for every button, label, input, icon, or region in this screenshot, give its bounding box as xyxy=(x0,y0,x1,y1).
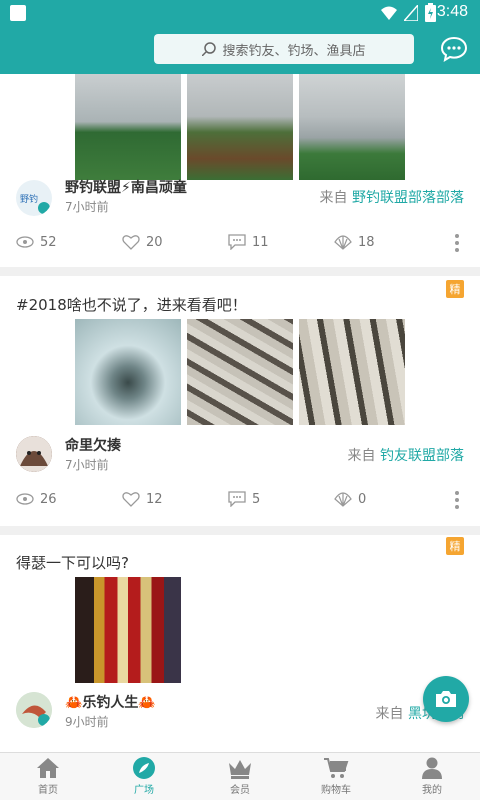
bottom-nav: 首页 广场 会员 购物车 我的 xyxy=(0,752,480,800)
post-images xyxy=(75,577,181,683)
like-button[interactable]: 12 xyxy=(122,491,228,507)
tab-label: 广场 xyxy=(134,785,154,796)
avatar[interactable] xyxy=(16,692,52,728)
from-label: 来自 xyxy=(347,448,376,464)
tab-label: 首页 xyxy=(38,785,58,796)
camera-icon xyxy=(436,691,456,707)
more-options-icon[interactable] xyxy=(454,491,460,511)
status-bar: 3:48 xyxy=(0,0,480,26)
feed[interactable]: 野钓 野钓联盟⚡南昌顽童 7小时前 来自 野钓联盟部落部落 52 20 11 1… xyxy=(0,74,480,752)
heart-icon xyxy=(122,235,140,250)
tab-label: 购物车 xyxy=(321,785,351,796)
shell-icon xyxy=(334,492,352,507)
signal-icon xyxy=(404,5,418,21)
share-button[interactable]: 18 xyxy=(334,234,440,250)
post-images xyxy=(75,74,405,180)
post-image[interactable] xyxy=(299,319,405,425)
post-author[interactable]: 🦀乐钓人生🦀 xyxy=(65,692,156,712)
featured-badge: 精 xyxy=(446,537,464,555)
home-icon xyxy=(37,758,59,778)
post-time: 7小时前 xyxy=(65,200,109,214)
post-image[interactable] xyxy=(299,74,405,180)
post-time: 9小时前 xyxy=(65,715,109,729)
likes-count: 12 xyxy=(146,491,163,507)
comment-icon xyxy=(228,234,246,250)
post-source: 来自 野钓联盟部落部落 xyxy=(320,187,464,207)
avatar-image xyxy=(16,692,52,728)
plaza-icon xyxy=(133,757,155,779)
search-input[interactable]: 搜索钓友、钓场、渔具店 xyxy=(154,34,414,64)
post-author[interactable]: 命里欠揍 xyxy=(65,435,121,455)
shell-icon xyxy=(334,235,352,250)
wifi-icon xyxy=(381,6,397,20)
search-icon xyxy=(202,42,217,56)
from-label: 来自 xyxy=(375,706,404,722)
message-icon[interactable] xyxy=(440,35,468,63)
avatar-logo: 野钓 xyxy=(20,193,50,214)
post-time: 7小时前 xyxy=(65,458,109,472)
share-button[interactable]: 0 xyxy=(334,491,440,507)
views-count: 26 xyxy=(40,491,57,507)
person-icon xyxy=(422,757,442,779)
post-author[interactable]: 野钓联盟⚡南昌顽童 xyxy=(65,177,187,197)
tribe-link[interactable]: 钓友联盟部落 xyxy=(380,448,464,464)
post-card[interactable]: 精 #2018啥也不说了，进来看看吧！ 命里欠揍 7小时前 来自 钓友联盟部落 … xyxy=(0,276,480,526)
views-stat: 52 xyxy=(16,235,122,250)
comments-count: 5 xyxy=(252,491,261,507)
post-image[interactable] xyxy=(187,319,293,425)
tab-member[interactable]: 会员 xyxy=(192,753,288,800)
like-button[interactable]: 20 xyxy=(122,234,228,250)
likes-count: 20 xyxy=(146,234,163,250)
views-count: 52 xyxy=(40,234,57,250)
post-card[interactable]: 精 得瑟一下可以吗? 🦀乐钓人生🦀 9小时前 来自 黑坑休闲 xyxy=(0,535,480,752)
views-stat: 26 xyxy=(16,492,122,507)
post-image[interactable] xyxy=(75,74,181,180)
post-title[interactable]: 得瑟一下可以吗? xyxy=(16,552,129,573)
eye-icon xyxy=(16,236,34,248)
shares-count: 0 xyxy=(358,491,367,507)
post-card[interactable]: 野钓 野钓联盟⚡南昌顽童 7小时前 来自 野钓联盟部落部落 52 20 11 1… xyxy=(0,74,480,267)
clock: 3:48 xyxy=(436,3,468,20)
comments-count: 11 xyxy=(252,234,269,250)
post-image[interactable] xyxy=(75,319,181,425)
tab-label: 我的 xyxy=(422,785,442,796)
heart-icon xyxy=(122,492,140,507)
featured-badge: 精 xyxy=(446,280,464,298)
post-stats: 26 12 5 0 xyxy=(16,491,476,507)
battery-icon xyxy=(425,3,436,22)
notification-icon xyxy=(10,5,26,21)
tab-plaza[interactable]: 广场 xyxy=(96,753,192,800)
tab-label: 会员 xyxy=(230,785,250,796)
comment-icon xyxy=(228,491,246,507)
post-images xyxy=(75,319,405,425)
post-image[interactable] xyxy=(187,74,293,180)
search-placeholder: 搜索钓友、钓场、渔具店 xyxy=(222,43,366,59)
tab-cart[interactable]: 购物车 xyxy=(288,753,384,800)
tab-me[interactable]: 我的 xyxy=(384,753,480,800)
post-image[interactable] xyxy=(75,577,181,683)
avatar-image xyxy=(16,436,52,472)
more-options-icon[interactable] xyxy=(454,234,460,254)
tribe-link[interactable]: 野钓联盟部落部落 xyxy=(352,190,464,206)
from-label: 来自 xyxy=(319,190,348,206)
tab-home[interactable]: 首页 xyxy=(0,753,96,800)
shares-count: 18 xyxy=(358,234,375,250)
cart-icon xyxy=(324,758,349,778)
post-title[interactable]: #2018啥也不说了，进来看看吧！ xyxy=(16,294,247,315)
top-header: 搜索钓友、钓场、渔具店 xyxy=(0,26,480,74)
crown-icon xyxy=(229,760,251,779)
post-stats: 52 20 11 18 xyxy=(16,234,476,250)
camera-button[interactable] xyxy=(423,676,469,722)
post-source: 来自 钓友联盟部落 xyxy=(348,445,464,465)
avatar[interactable]: 野钓 xyxy=(16,180,52,216)
avatar[interactable] xyxy=(16,436,52,472)
eye-icon xyxy=(16,493,34,505)
comment-button[interactable]: 11 xyxy=(228,234,334,250)
svg-text:野钓: 野钓 xyxy=(20,193,38,205)
comment-button[interactable]: 5 xyxy=(228,491,334,507)
